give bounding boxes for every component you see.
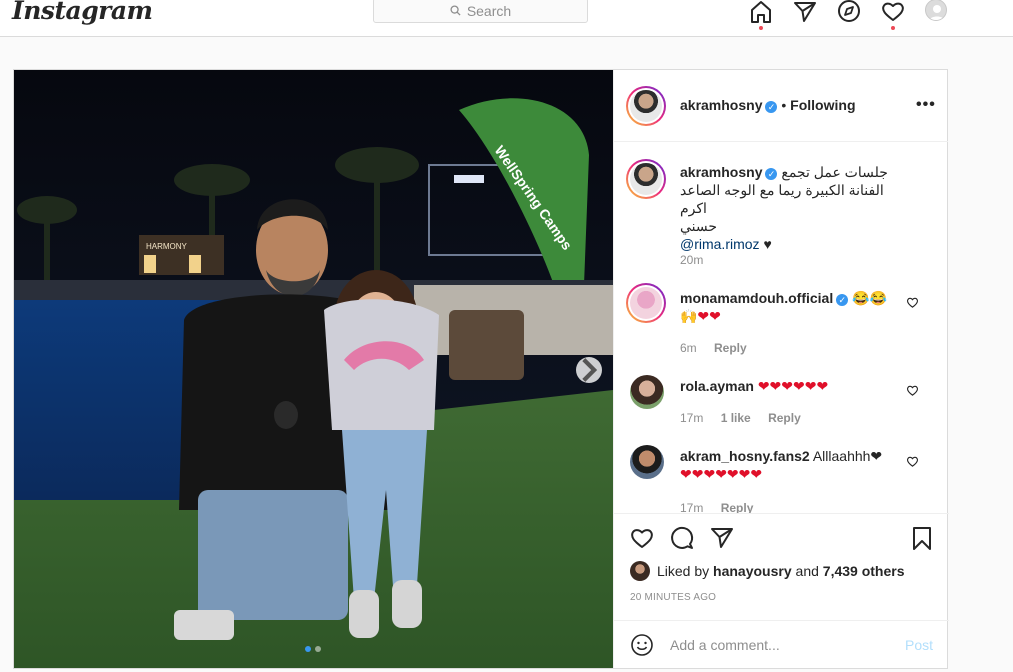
following-button[interactable]: Following bbox=[790, 97, 855, 113]
caption-time: 20m bbox=[680, 253, 704, 267]
comment-text: ❤❤❤❤❤❤ bbox=[757, 378, 829, 394]
caption-username[interactable]: akramhosny bbox=[680, 164, 762, 180]
commenter-avatar[interactable] bbox=[630, 445, 664, 479]
liked-by-and: and bbox=[795, 563, 819, 579]
carousel-next-button[interactable] bbox=[576, 357, 602, 383]
carousel-dot bbox=[305, 646, 311, 652]
caption-heart: ♥ bbox=[763, 236, 772, 252]
commenter-avatar[interactable] bbox=[626, 283, 666, 323]
reply-button[interactable]: Reply bbox=[768, 411, 801, 425]
comment-username[interactable]: monamamdouh.official bbox=[680, 290, 833, 306]
comment-time: 6m bbox=[680, 341, 697, 355]
comment-likes[interactable]: 1 like bbox=[721, 411, 751, 425]
liker-avatar[interactable] bbox=[630, 561, 650, 581]
likes-summary: Liked by hanayousry and 7,439 others bbox=[630, 561, 905, 581]
author-info: akramhosny ✓ • Following bbox=[680, 97, 856, 113]
comments-list: akramhosny ✓ جلسات عمل تجمع الفنانة الكبي… bbox=[614, 143, 949, 513]
verified-badge-icon: ✓ bbox=[836, 294, 849, 306]
post-sidebar: akramhosny ✓ • Following ••• akramhosny ✓ … bbox=[613, 70, 949, 668]
reply-button[interactable]: Reply bbox=[721, 501, 754, 513]
author-avatar[interactable] bbox=[626, 159, 666, 199]
comment-text: Alllaahhh❤ bbox=[812, 448, 883, 464]
comment-time: 17m bbox=[680, 411, 704, 425]
instagram-logo[interactable]: Instagram bbox=[12, 0, 153, 25]
comment-username[interactable]: rola.ayman bbox=[680, 378, 754, 394]
search-icon bbox=[450, 5, 461, 16]
add-comment-bar: Post bbox=[614, 620, 949, 669]
post-comment-button[interactable]: Post bbox=[905, 637, 933, 653]
caption-mention[interactable]: @rima.rimoz bbox=[680, 236, 760, 252]
like-comment-heart-icon[interactable] bbox=[906, 384, 919, 397]
comment-text: 😂😂 bbox=[852, 290, 887, 306]
post-actions: Liked by hanayousry and 7,439 others 20 … bbox=[614, 513, 949, 668]
comment-username[interactable]: akram_hosny.fans2 bbox=[680, 448, 810, 464]
save-bookmark-icon[interactable] bbox=[909, 525, 935, 551]
comment-icon[interactable] bbox=[669, 525, 695, 551]
top-navigation-bar: Instagram Search bbox=[0, 0, 1013, 37]
caption-line-1: جلسات عمل تجمع bbox=[781, 164, 888, 180]
chevron-right-icon bbox=[582, 358, 598, 382]
search-box[interactable]: Search bbox=[373, 0, 588, 23]
comment-time: 17m bbox=[680, 501, 704, 513]
home-notification-dot bbox=[759, 26, 763, 30]
author-avatar[interactable] bbox=[626, 86, 666, 126]
home-icon[interactable] bbox=[748, 0, 774, 30]
caption-line-2: الفنانة الكبيرة ريما مع الوجه الصاعد اكر… bbox=[680, 182, 884, 216]
share-icon[interactable] bbox=[709, 525, 735, 551]
post-photo[interactable]: HARMONY WellSpring Camps bbox=[14, 70, 613, 668]
liked-by-others[interactable]: 7,439 others bbox=[823, 563, 905, 579]
explore-icon[interactable] bbox=[836, 0, 862, 25]
verified-badge-icon: ✓ bbox=[765, 101, 778, 113]
like-heart-icon[interactable] bbox=[629, 525, 655, 551]
carousel-indicator bbox=[305, 646, 321, 652]
like-comment-heart-icon[interactable] bbox=[906, 296, 919, 309]
post-card: HARMONY WellSpring Camps akramhosny ✓ • … bbox=[13, 69, 949, 669]
comment-text-line-2: ❤❤❤❤❤❤❤ bbox=[680, 466, 763, 482]
direct-icon[interactable] bbox=[792, 0, 818, 25]
activity-heart-icon[interactable] bbox=[880, 0, 906, 30]
author-username[interactable]: akramhosny bbox=[680, 97, 762, 113]
carousel-dot bbox=[315, 646, 321, 652]
liked-by-user[interactable]: hanayousry bbox=[713, 563, 792, 579]
more-options-icon[interactable]: ••• bbox=[916, 96, 936, 114]
verified-badge-icon: ✓ bbox=[765, 168, 778, 180]
post-header: akramhosny ✓ • Following ••• bbox=[614, 70, 948, 142]
liked-by-prefix: Liked by bbox=[657, 563, 710, 579]
reply-button[interactable]: Reply bbox=[714, 341, 747, 355]
caption-line-3: حسني bbox=[680, 218, 718, 234]
post-timestamp[interactable]: 20 MINUTES AGO bbox=[630, 592, 716, 603]
profile-avatar[interactable] bbox=[925, 0, 947, 21]
harmony-sign: HARMONY bbox=[146, 242, 188, 251]
activity-notification-dot bbox=[891, 26, 895, 30]
commenter-avatar[interactable] bbox=[630, 375, 664, 409]
search-placeholder: Search bbox=[466, 2, 512, 19]
add-comment-input[interactable] bbox=[670, 634, 890, 656]
like-comment-heart-icon[interactable] bbox=[906, 455, 919, 468]
emoji-smile-icon[interactable] bbox=[630, 633, 654, 657]
comment-text-line-2: 🙌❤❤ bbox=[680, 308, 721, 324]
